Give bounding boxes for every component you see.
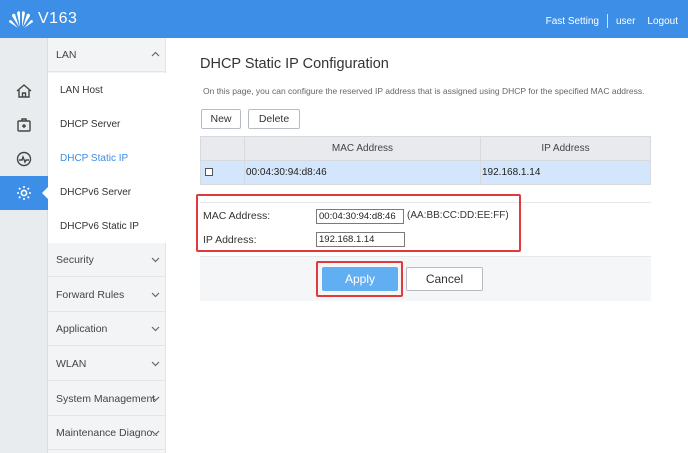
- gear-icon: [17, 186, 31, 200]
- menu-group-label: LAN: [56, 48, 77, 61]
- brand-name: V163: [38, 10, 78, 27]
- menu-group-wlan[interactable]: WLAN: [48, 347, 166, 381]
- menu-group-maintenance[interactable]: Maintenance Diagno..: [48, 416, 166, 450]
- menu-item-dhcpv6-static-ip[interactable]: DHCPv6 Static IP: [48, 209, 166, 243]
- logout-link[interactable]: Logout: [647, 16, 678, 27]
- menu-group-security[interactable]: Security: [48, 243, 166, 277]
- chevron-down-icon: [151, 361, 160, 367]
- main-content: DHCP Static IP Configuration On this pag…: [166, 38, 688, 453]
- page-title: DHCP Static IP Configuration: [200, 56, 389, 72]
- cancel-button[interactable]: Cancel: [406, 267, 483, 291]
- menu-group-label: Application: [56, 322, 108, 335]
- pulse-icon: [16, 151, 32, 167]
- chevron-down-icon: [151, 257, 160, 263]
- menu-item-dhcp-static-ip[interactable]: DHCP Static IP: [48, 141, 166, 175]
- delete-button[interactable]: Delete: [248, 109, 300, 129]
- col-header-select: [200, 136, 245, 161]
- chevron-up-icon: [151, 51, 160, 57]
- top-nav: Fast Setting user Logout: [546, 14, 678, 28]
- mac-format-hint: (AA:BB:CC:DD:EE:FF): [407, 210, 509, 221]
- menu-group-application[interactable]: Application: [48, 312, 166, 346]
- ip-address-input[interactable]: [316, 232, 405, 247]
- table-header-row: MAC Address IP Address: [200, 136, 651, 161]
- menu-group-label: WLAN: [56, 357, 87, 370]
- rail-diagnosis[interactable]: [0, 108, 48, 142]
- col-header-ip: IP Address: [480, 136, 651, 161]
- mac-address-input[interactable]: [316, 209, 404, 224]
- new-button[interactable]: New: [201, 109, 241, 129]
- menu-group-label: Maintenance Diagno..: [56, 426, 159, 439]
- menu-group-label: Forward Rules: [56, 288, 125, 301]
- row-select-cell: [200, 160, 245, 185]
- user-link[interactable]: user: [616, 16, 635, 27]
- mac-address-label: MAC Address:: [203, 210, 271, 222]
- chevron-down-icon: [151, 326, 160, 332]
- chevron-down-icon: [151, 430, 160, 436]
- menu-group-system-management[interactable]: System Management: [48, 382, 166, 416]
- rail-home[interactable]: [0, 74, 48, 108]
- edit-form: MAC Address: (AA:BB:CC:DD:EE:FF) IP Addr…: [200, 202, 651, 254]
- home-icon: [16, 84, 32, 98]
- chevron-down-icon: [151, 292, 160, 298]
- table-row[interactable]: 00:04:30:94:d8:46 192.168.1.14: [200, 160, 651, 185]
- huawei-logo-icon: [9, 11, 33, 28]
- menu-item-lan-host[interactable]: LAN Host: [48, 73, 166, 107]
- menu-item-dhcp-server[interactable]: DHCP Server: [48, 107, 166, 141]
- side-menu: LAN LAN Host DHCP Server DHCP Static IP …: [48, 38, 166, 453]
- col-header-mac: MAC Address: [244, 136, 481, 161]
- fast-setting-link[interactable]: Fast Setting: [546, 16, 599, 27]
- menu-group-label: System Management: [56, 392, 156, 405]
- menu-group-lan[interactable]: LAN: [48, 38, 166, 72]
- apply-button[interactable]: Apply: [322, 267, 398, 291]
- ip-address-label: IP Address:: [203, 234, 257, 246]
- menu-group-label: Security: [56, 253, 94, 266]
- row-mac-cell: 00:04:30:94:d8:46: [244, 160, 481, 185]
- medical-kit-icon: [17, 118, 31, 132]
- row-ip-cell: 192.168.1.14: [480, 160, 651, 185]
- page-description: On this page, you can configure the rese…: [203, 86, 645, 96]
- static-ip-table: MAC Address IP Address 00:04:30:94:d8:46…: [200, 136, 651, 185]
- top-bar: V163 Fast Setting user Logout: [0, 0, 688, 38]
- icon-rail: [0, 38, 49, 453]
- menu-item-dhcpv6-server[interactable]: DHCPv6 Server: [48, 175, 166, 209]
- chevron-down-icon: [151, 396, 160, 402]
- nav-divider: [606, 14, 608, 28]
- rail-settings[interactable]: [0, 176, 49, 210]
- rail-status[interactable]: [0, 142, 48, 176]
- menu-group-forward-rules[interactable]: Forward Rules: [48, 278, 166, 312]
- row-checkbox[interactable]: [205, 168, 213, 177]
